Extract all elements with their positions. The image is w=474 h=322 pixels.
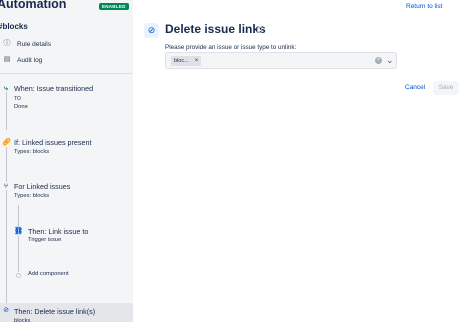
step-action-link-issue-title: Then: Link issue to bbox=[28, 227, 89, 236]
step-branch-title: For Linked issues bbox=[14, 182, 71, 191]
add-component-label: Add component bbox=[28, 271, 69, 277]
selected-chip: bloc... × bbox=[171, 56, 202, 66]
app-title: Automation bbox=[0, 0, 67, 11]
divider bbox=[0, 73, 133, 74]
nav-rule-details[interactable]: ⓘ Rule details bbox=[3, 40, 51, 48]
save-button[interactable]: Save bbox=[433, 81, 459, 95]
rule-name: #blocks bbox=[0, 22, 28, 31]
step-action-link-issue[interactable]: ⛓︎ Then: Link issue to Trigger issue bbox=[0, 227, 133, 249]
nav-audit-log[interactable]: ▤ Audit log bbox=[3, 56, 43, 64]
step-trigger-title: When: Issue transitioned bbox=[14, 84, 94, 93]
add-component-button[interactable]: Add component bbox=[0, 271, 133, 281]
clear-icon[interactable]: × bbox=[375, 57, 382, 64]
link-icon: 🔗︎ bbox=[2, 139, 11, 147]
info-icon: ⓘ bbox=[3, 40, 11, 47]
step-action-delete-links-sub: blocks bbox=[14, 318, 31, 322]
rule-sidebar: Automation ENABLED #blocks ⓘ Rule detail… bbox=[0, 0, 133, 322]
status-badge: ENABLED bbox=[99, 3, 129, 10]
link-icon: ⛓︎ bbox=[14, 228, 23, 236]
issue-link-type-select[interactable]: bloc... × × ⌄ bbox=[165, 52, 397, 69]
step-condition-title: If: Linked issues present bbox=[14, 138, 92, 147]
document-icon: ▤ bbox=[3, 56, 11, 63]
step-action-delete-links[interactable]: ⊘ Then: Delete issue link(s) blocks bbox=[0, 303, 133, 322]
step-trigger-sub2: Done bbox=[14, 104, 28, 110]
step-action-delete-links-title: Then: Delete issue link(s) bbox=[14, 307, 96, 316]
unlink-icon: ⊘ bbox=[3, 307, 9, 314]
add-node-icon bbox=[16, 273, 21, 278]
step-action-link-issue-sub: Trigger issue bbox=[28, 237, 62, 243]
step-condition[interactable]: 🔗︎ If: Linked issues present Types: bloc… bbox=[0, 137, 133, 159]
step-trigger[interactable]: ⤷ When: Issue transitioned TO Done bbox=[0, 83, 133, 113]
step-trigger-sub1: TO bbox=[14, 96, 21, 102]
chip-label: bloc... bbox=[174, 58, 189, 64]
step-branch[interactable]: ⑂ For Linked issues Types: blocks bbox=[0, 182, 133, 204]
nav-audit-log-label: Audit log bbox=[17, 56, 43, 64]
field-label: Please provide an issue or issue type to… bbox=[165, 44, 297, 51]
return-to-list-link[interactable]: Return to list bbox=[406, 3, 443, 10]
delete-icon[interactable] bbox=[257, 27, 262, 33]
branch-icon: ⑂ bbox=[3, 183, 9, 190]
step-branch-sub: Types: blocks bbox=[14, 193, 50, 199]
nav-rule-details-label: Rule details bbox=[17, 40, 51, 48]
panel-title: Delete issue links bbox=[165, 22, 266, 36]
transition-icon: ⤷ bbox=[4, 85, 8, 92]
chip-remove-icon[interactable]: × bbox=[195, 58, 199, 64]
unlink-icon: ⊘ bbox=[144, 23, 159, 38]
cancel-button[interactable]: Cancel bbox=[405, 84, 425, 91]
step-condition-sub: Types: blocks bbox=[14, 149, 50, 155]
chevron-down-icon[interactable]: ⌄ bbox=[386, 54, 394, 66]
